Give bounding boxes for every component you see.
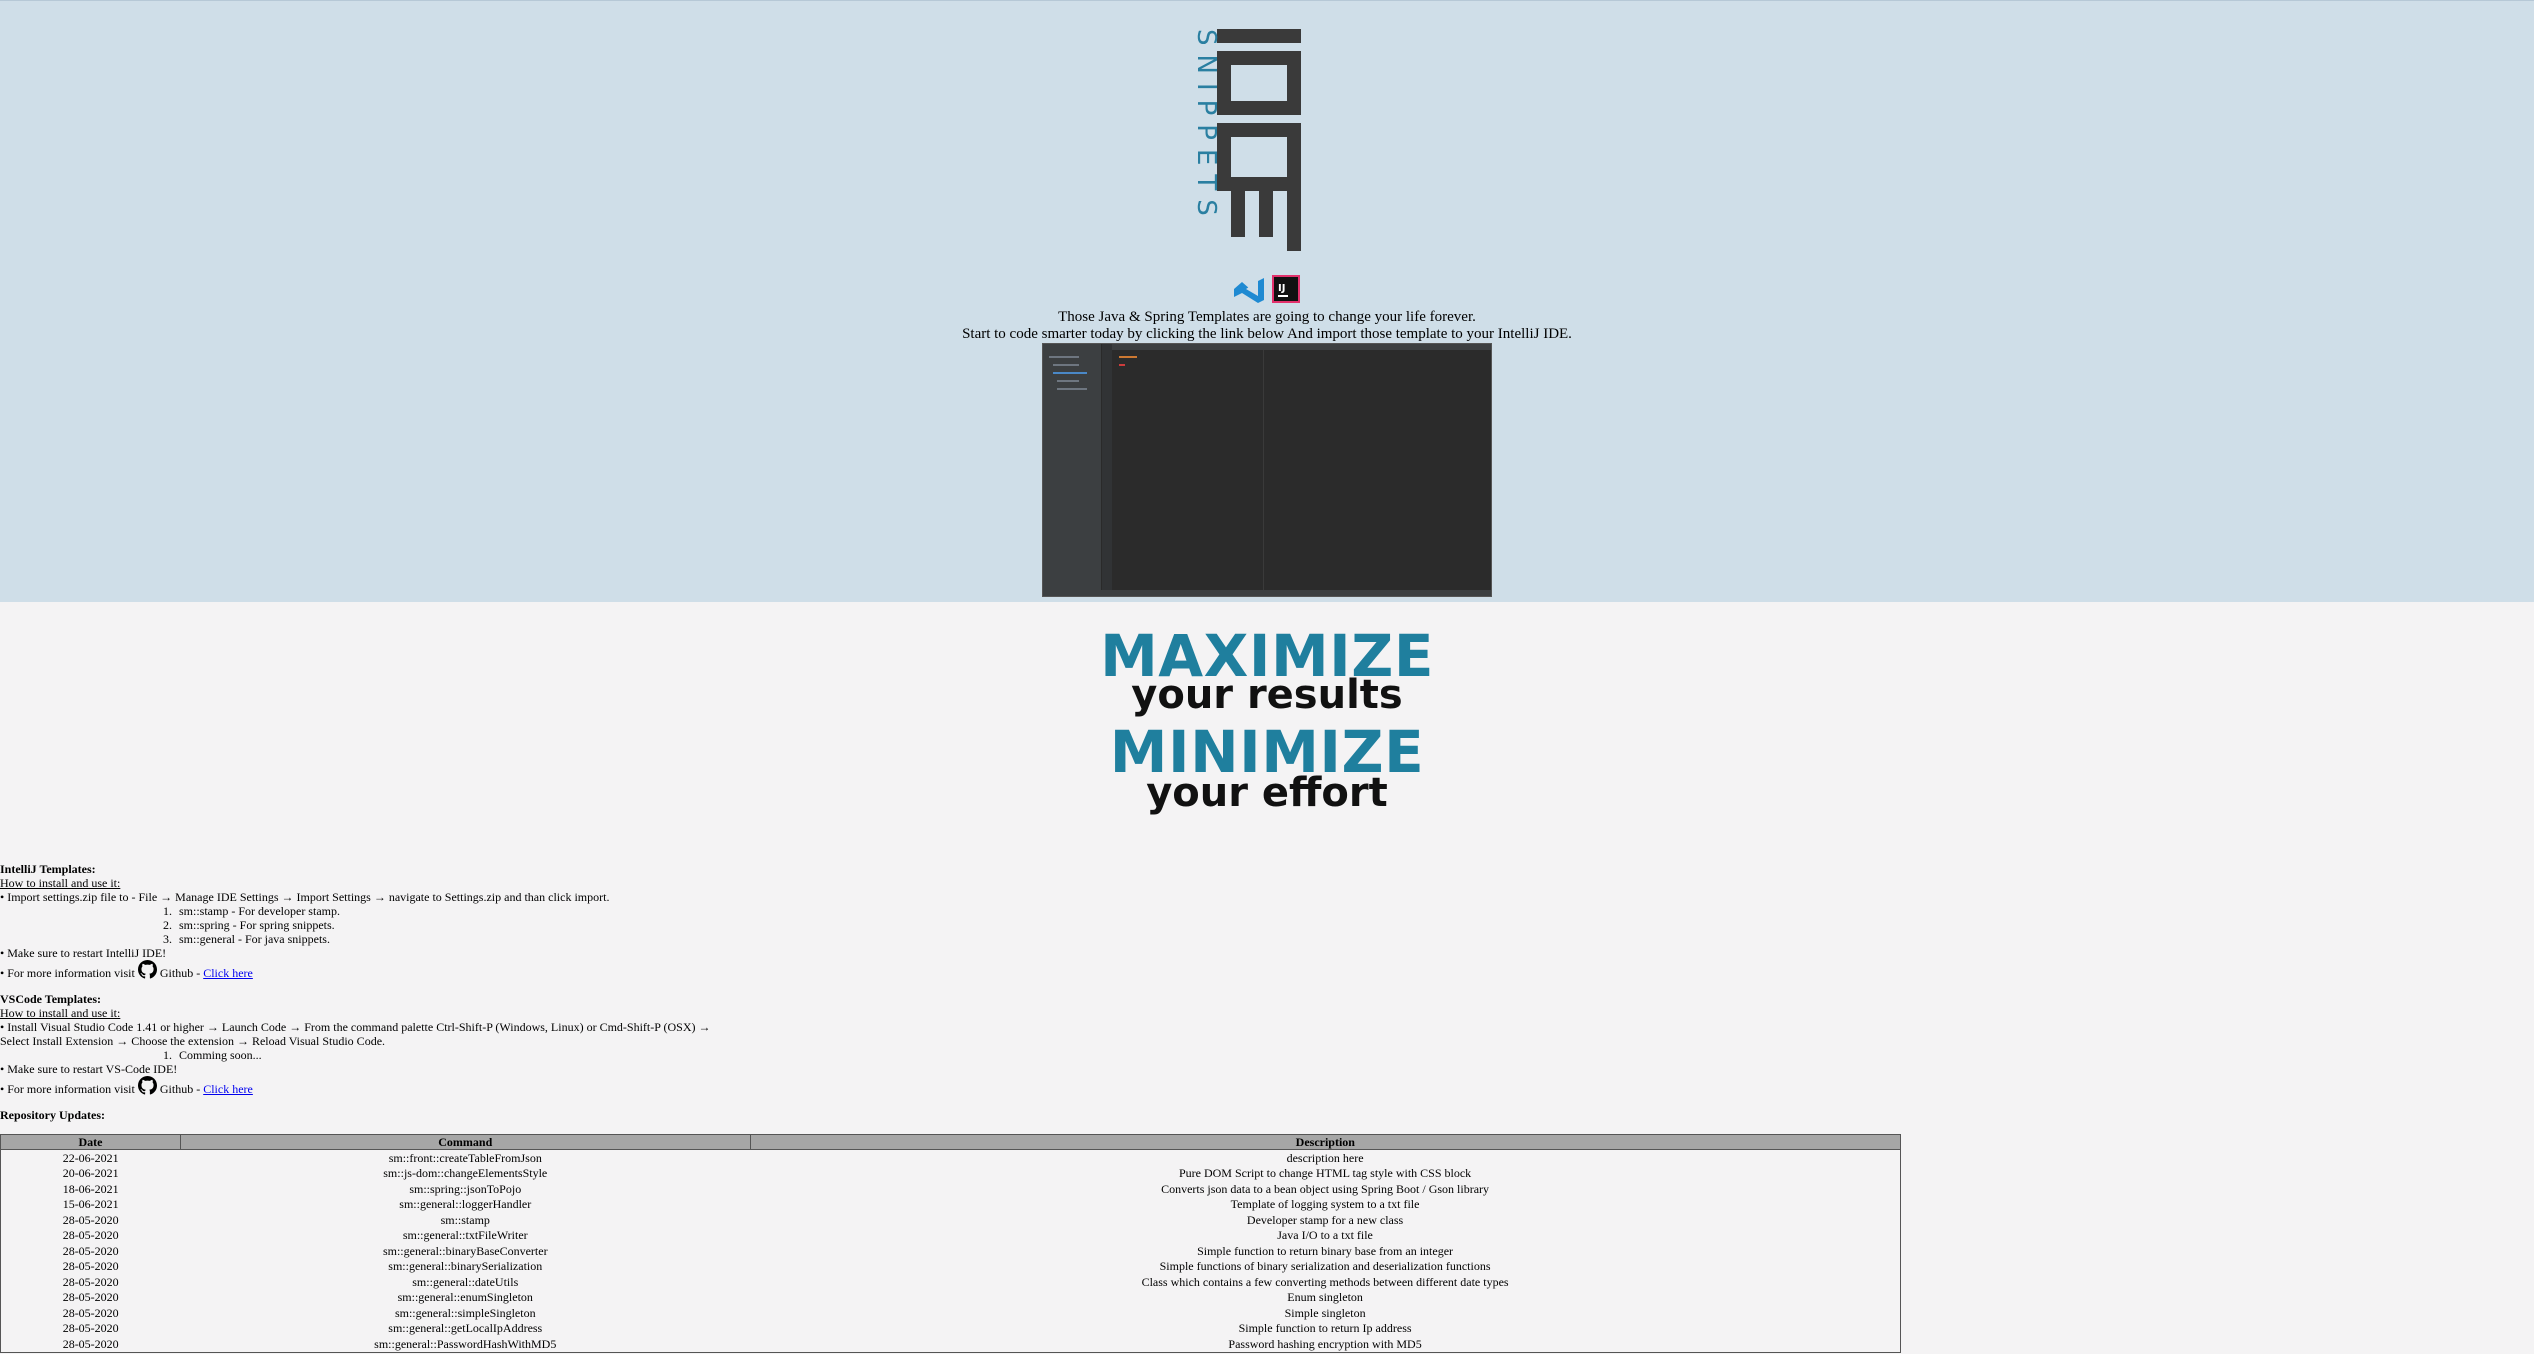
table-row: 28-05-2020 sm::general::dateUtils Class wh… <box>1 1274 1901 1290</box>
cell-description: Class which contains a few converting me… <box>1141 1274 1509 1289</box>
github-icon <box>137 1076 157 1095</box>
cell-description: Simple function to return Ip address <box>1238 1321 1412 1336</box>
table-row: 22-06-2021 sm::front::createTableFromJson… <box>1 1150 1901 1166</box>
column-header-date: Date <box>0 1134 181 1150</box>
cell-command: sm::general::simpleSingleton <box>394 1305 536 1320</box>
vscode-info-line: • For more information visit Github - Cl… <box>0 1076 2534 1096</box>
cell-command: sm::stamp <box>440 1212 490 1227</box>
cell-date: 28-05-2020 <box>62 1305 119 1320</box>
cell-date: 28-05-2020 <box>62 1321 119 1336</box>
tagline-secondary: Start to code smarter today by clicking … <box>962 326 1572 342</box>
updates-heading: Repository Updates: <box>0 1108 105 1122</box>
table-header-row: Date Command Description <box>0 1134 1902 1150</box>
table-row: 28-05-2020 sm::general::enumSingleton Enum… <box>1 1290 1901 1306</box>
cell-date: 22-06-2021 <box>62 1150 119 1165</box>
table-row: 28-05-2020 sm::general::txtFileWriter Java… <box>1 1228 1901 1244</box>
cell-description: Simple functions of binary serialization… <box>1159 1259 1491 1274</box>
cell-command: sm::general::loggerHandler <box>399 1197 532 1212</box>
hero-section: SNIPPETS IJ Those Java & Spring Template… <box>0 0 2534 602</box>
intellij-howto: How to install and use it: <box>0 876 121 890</box>
cell-command: sm::general::PasswordHashWithMD5 <box>374 1336 557 1351</box>
cell-date: 28-05-2020 <box>62 1274 119 1289</box>
intellij-icon: IJ <box>1272 275 1300 303</box>
slogan-your-effort: your effort <box>1146 770 1388 816</box>
table-row: 28-05-2020 sm::general::getLocalIpAddress… <box>1 1321 1901 1337</box>
cell-description: Pure DOM Script to change HTML tag style… <box>1178 1166 1472 1181</box>
cell-date: 20-06-2021 <box>62 1166 119 1181</box>
cell-date: 28-05-2020 <box>62 1290 119 1305</box>
cell-description: description here <box>1286 1150 1364 1165</box>
cell-description: Simple function to return binary base fr… <box>1197 1243 1454 1258</box>
cell-command: sm::general::dateUtils <box>412 1274 519 1289</box>
list-item: sm::spring - For spring snippets. <box>175 918 2534 932</box>
instructions: IntelliJ Templates: How to install and u… <box>0 862 2534 1122</box>
intellij-restart-note: • Make sure to restart IntelliJ IDE! <box>0 946 167 960</box>
intellij-github-link[interactable]: Click here <box>203 966 253 980</box>
vscode-github-link[interactable]: Click here <box>203 1082 253 1096</box>
list-item: sm::stamp - For developer stamp. <box>175 904 2534 918</box>
table-row: 15-06-2021 sm::general::loggerHandler Temp… <box>1 1197 1901 1213</box>
list-item: Comming soon... <box>175 1048 2534 1062</box>
logo-brand-text: SNIPPETS <box>1191 29 1221 225</box>
intellij-step: • Import settings.zip file to - File → M… <box>0 890 610 904</box>
cell-command: sm::front::createTableFromJson <box>388 1150 542 1165</box>
cell-command: sm::js-dom::changeElementsStyle <box>383 1166 548 1181</box>
svg-text:IJ: IJ <box>1278 283 1285 294</box>
cell-date: 28-05-2020 <box>62 1228 119 1243</box>
table-row: 28-05-2020 sm::stamp Developer stamp for a… <box>1 1212 1901 1228</box>
cell-command: sm::general::enumSingleton <box>397 1290 533 1305</box>
github-icon <box>137 960 157 979</box>
info-prefix: • For more information visit <box>0 966 135 980</box>
intellij-template-list: sm::stamp - For developer stamp. sm::spr… <box>0 904 2534 946</box>
repository-updates-table: Date Command Description 22-06-2021 sm::f… <box>0 1134 1902 1353</box>
table-row: 28-05-2020 sm::general::binarySerializati… <box>1 1259 1901 1275</box>
vscode-step-2: Select Install Extension → Choose the ex… <box>0 1034 386 1048</box>
cell-description: Simple singleton <box>1284 1305 1366 1320</box>
ide-screenshot <box>1042 343 1492 597</box>
cell-command: sm::general::binaryBaseConverter <box>382 1243 548 1258</box>
vscode-template-list: Comming soon... <box>0 1048 2534 1062</box>
ide-snippets-logo: SNIPPETS <box>1191 29 1301 251</box>
column-header-command: Command <box>179 1134 751 1150</box>
table-row: 20-06-2021 sm::js-dom::changeElementsStyl… <box>1 1166 1901 1182</box>
vscode-step-1: • Install Visual Studio Code 1.41 or hig… <box>0 1020 711 1034</box>
ide-icons: IJ <box>1234 275 1300 303</box>
cell-date: 28-05-2020 <box>62 1259 119 1274</box>
table-row: 18-06-2021 sm::spring::jsonToPojo Converts… <box>1 1181 1901 1197</box>
cell-date: 15-06-2021 <box>62 1197 119 1212</box>
cell-description: Java I/O to a txt file <box>1277 1228 1373 1243</box>
info-prefix: • For more information visit <box>0 1082 135 1096</box>
cell-command: sm::general::txtFileWriter <box>402 1228 528 1243</box>
cell-command: sm::general::getLocalIpAddress <box>388 1321 543 1336</box>
cell-date: 28-05-2020 <box>62 1336 119 1351</box>
cell-date: 18-06-2021 <box>62 1181 119 1196</box>
vscode-heading: VSCode Templates: <box>0 992 102 1006</box>
cell-description: Template of logging system to a txt file <box>1230 1197 1420 1212</box>
vscode-howto: How to install and use it: <box>0 1006 121 1020</box>
table-row: 28-05-2020 sm::general::simpleSingleton Si… <box>1 1305 1901 1321</box>
table-row: 28-05-2020 sm::general::PasswordHashWithM… <box>1 1336 1901 1352</box>
table-body: 22-06-2021 sm::front::createTableFromJson… <box>1 1150 1901 1353</box>
cell-description: Converts json data to a bean object usin… <box>1161 1181 1490 1196</box>
vscode-restart-note: • Make sure to restart VS-Code IDE! <box>0 1062 178 1076</box>
cell-description: Enum singleton <box>1287 1290 1363 1305</box>
tagline-primary: Those Java & Spring Templates are going … <box>1058 309 1476 325</box>
github-label: Github - <box>159 1082 201 1096</box>
slogan-your-results: your results <box>1131 672 1403 718</box>
cell-command: sm::general::binarySerialization <box>388 1259 543 1274</box>
vscode-icon <box>1234 278 1264 303</box>
logo-mark <box>1217 29 1301 251</box>
cell-date: 28-05-2020 <box>62 1243 119 1258</box>
cell-command: sm::spring::jsonToPojo <box>409 1181 522 1196</box>
cell-description: Password hashing encryption with MD5 <box>1228 1336 1422 1351</box>
intellij-heading: IntelliJ Templates: <box>0 862 96 876</box>
intellij-info-line: • For more information visit Github - Cl… <box>0 960 2534 980</box>
cell-date: 28-05-2020 <box>62 1212 119 1227</box>
column-header-description: Description <box>749 1134 1902 1150</box>
github-label: Github - <box>159 966 201 980</box>
table-row: 28-05-2020 sm::general::binaryBaseConvert… <box>1 1243 1901 1259</box>
cell-description: Developer stamp for a new class <box>1246 1212 1404 1227</box>
list-item: sm::general - For java snippets. <box>175 932 2534 946</box>
